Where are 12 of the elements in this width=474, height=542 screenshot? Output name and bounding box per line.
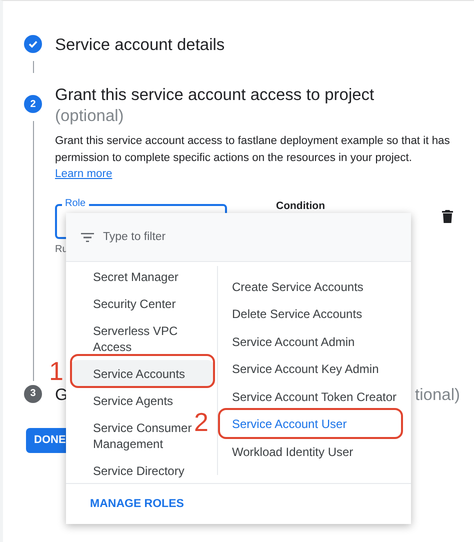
callout-number: 2	[194, 408, 208, 436]
description: Grant this service account access to fastlane deployment example so that it has permission to complete specific actions on the resources in your project. Learn more	[55, 134, 451, 182]
field-label: Role	[62, 198, 89, 210]
step-subtitle: (optional)	[55, 106, 125, 127]
step-title: G	[55, 384, 68, 406]
callout-number: 1	[49, 357, 64, 385]
step-title: Service account details	[55, 35, 226, 55]
condition-label: Condition	[276, 200, 325, 212]
step-title: Grant this service account access to project	[55, 85, 376, 106]
step-number: 3	[24, 384, 42, 402]
step-number: 2	[24, 95, 42, 113]
step-title: tional)	[415, 384, 460, 406]
